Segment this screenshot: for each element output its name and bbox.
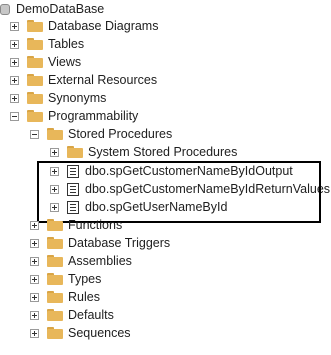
- folder-icon: [67, 146, 83, 158]
- expand-icon[interactable]: [10, 93, 19, 103]
- tree-node-rules[interactable]: Rules: [30, 288, 100, 306]
- expand-icon[interactable]: [30, 310, 39, 320]
- expand-icon[interactable]: [30, 274, 39, 284]
- folder-icon: [47, 237, 63, 249]
- node-label: Programmability: [48, 109, 139, 123]
- tree-node-synonyms[interactable]: Synonyms: [10, 89, 106, 107]
- tree-node-sequences[interactable]: Sequences: [30, 324, 131, 342]
- tree-node-defaults[interactable]: Defaults: [30, 306, 114, 324]
- node-label: Database Diagrams: [48, 19, 159, 33]
- tree-node-stored-procedures[interactable]: Stored Procedures: [30, 125, 172, 143]
- tree-node-procedure[interactable]: dbo.spGetCustomerNameByIdOutput: [50, 162, 293, 180]
- node-label: Stored Procedures: [68, 127, 173, 141]
- node-label: Database Triggers: [68, 236, 171, 250]
- folder-icon: [47, 273, 63, 285]
- folder-icon: [27, 110, 43, 122]
- expand-icon[interactable]: [50, 202, 59, 212]
- folder-icon: [47, 291, 63, 303]
- expand-icon[interactable]: [50, 166, 59, 176]
- tree-node-procedure[interactable]: dbo.spGetUserNameById: [50, 198, 227, 216]
- expand-icon[interactable]: [10, 75, 19, 85]
- tree-node-database-triggers[interactable]: Database Triggers: [30, 234, 170, 252]
- expand-icon[interactable]: [50, 147, 59, 157]
- expand-icon[interactable]: [50, 184, 59, 194]
- collapse-icon[interactable]: [30, 129, 39, 139]
- expand-icon[interactable]: [30, 292, 39, 302]
- expand-icon[interactable]: [30, 220, 39, 230]
- node-label: Types: [68, 272, 102, 286]
- folder-icon: [47, 255, 63, 267]
- stored-procedure-icon: [67, 182, 79, 196]
- tree-node-types[interactable]: Types: [30, 270, 101, 288]
- folder-icon: [27, 74, 43, 86]
- tree-node-assemblies[interactable]: Assemblies: [30, 252, 132, 270]
- expand-icon[interactable]: [10, 21, 19, 31]
- tree-node-views[interactable]: Views: [10, 53, 81, 71]
- node-label: Sequences: [68, 326, 131, 340]
- tree-node-tables[interactable]: Tables: [10, 35, 84, 53]
- expand-icon[interactable]: [30, 238, 39, 248]
- tree-node-external-resources[interactable]: External Resources: [10, 71, 157, 89]
- folder-icon: [27, 38, 43, 50]
- tree-node-root[interactable]: DemoDataBase: [0, 0, 104, 18]
- node-label: Views: [48, 55, 82, 69]
- node-label: Rules: [68, 290, 100, 304]
- tree-node-system-stored-procedures[interactable]: System Stored Procedures: [50, 143, 237, 161]
- node-label: Assemblies: [68, 254, 132, 268]
- node-label: Functions: [68, 218, 123, 232]
- root-label: DemoDataBase: [16, 2, 105, 16]
- node-label: Tables: [48, 37, 85, 51]
- expand-icon[interactable]: [10, 39, 19, 49]
- tree-node-programmability[interactable]: Programmability: [10, 107, 138, 125]
- node-label: External Resources: [48, 73, 158, 87]
- folder-icon: [47, 128, 63, 140]
- folder-icon: [27, 20, 43, 32]
- folder-icon: [47, 327, 63, 339]
- folder-icon: [27, 56, 43, 68]
- expand-icon[interactable]: [10, 57, 19, 67]
- stored-procedure-icon: [67, 164, 79, 178]
- tree-node-database-diagrams[interactable]: Database Diagrams: [10, 17, 158, 35]
- procedure-label: dbo.spGetCustomerNameByIdOutput: [85, 164, 293, 178]
- folder-icon: [47, 309, 63, 321]
- expand-icon[interactable]: [30, 328, 39, 338]
- node-label: Defaults: [68, 308, 114, 322]
- folder-icon: [27, 92, 43, 104]
- database-icon: [0, 3, 10, 15]
- expand-icon[interactable]: [30, 256, 39, 266]
- stored-procedure-icon: [67, 200, 79, 214]
- node-label: Synonyms: [48, 91, 107, 105]
- tree-node-functions[interactable]: Functions: [30, 216, 122, 234]
- procedure-label: dbo.spGetCustomerNameByIdReturnValues: [85, 182, 331, 196]
- procedure-label: dbo.spGetUserNameById: [85, 200, 228, 214]
- tree-node-procedure[interactable]: dbo.spGetCustomerNameByIdReturnValues: [50, 180, 330, 198]
- folder-icon: [47, 219, 63, 231]
- node-label: System Stored Procedures: [88, 145, 238, 159]
- collapse-icon[interactable]: [10, 111, 19, 121]
